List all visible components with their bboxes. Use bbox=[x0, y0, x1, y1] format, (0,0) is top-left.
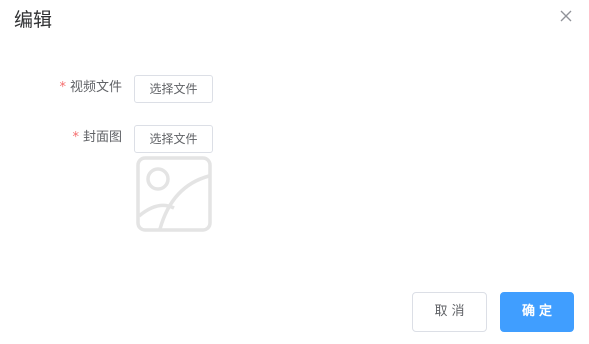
cover-label: * 封面图 bbox=[72, 124, 122, 152]
video-file-label: * 视频文件 bbox=[59, 74, 122, 102]
cancel-button[interactable]: 取消 bbox=[412, 292, 487, 332]
required-mark: * bbox=[59, 80, 66, 95]
video-file-select-button[interactable]: 选择文件 bbox=[134, 75, 213, 103]
cover-label-container: * 封面图 bbox=[0, 124, 122, 152]
confirm-button[interactable]: 确定 bbox=[500, 292, 574, 332]
cover-label-text: 封面图 bbox=[82, 130, 122, 145]
required-mark: * bbox=[72, 130, 79, 145]
video-file-label-text: 视频文件 bbox=[69, 80, 122, 95]
dialog-title: 编辑 bbox=[14, 9, 53, 31]
edit-dialog: 编辑 * 视频文件 选择文件 * 封面图 选择文件 取消 确定 bbox=[0, 0, 589, 344]
image-placeholder-icon bbox=[136, 156, 212, 232]
close-icon[interactable] bbox=[558, 8, 574, 24]
cover-select-button[interactable]: 选择文件 bbox=[134, 125, 213, 153]
video-file-label-container: * 视频文件 bbox=[0, 74, 122, 102]
